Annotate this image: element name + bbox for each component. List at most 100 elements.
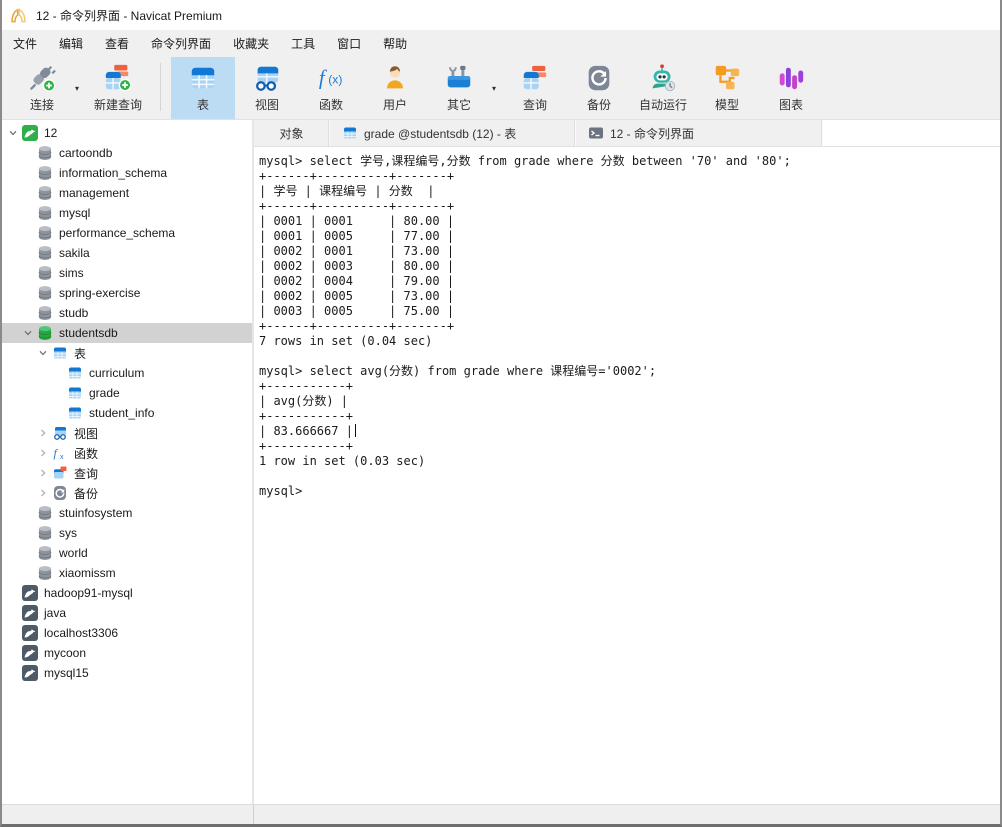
tree-item-12[interactable]: 12 — [2, 123, 252, 143]
dropdown-caret-icon[interactable]: ▾ — [71, 84, 83, 93]
chevron-down-icon[interactable] — [6, 126, 20, 140]
tree-item-performance_schema[interactable]: performance_schema — [2, 223, 252, 243]
menu-item-工具[interactable]: 工具 — [280, 30, 326, 57]
tree-item-localhost3306[interactable]: localhost3306 — [2, 623, 252, 643]
toolbar-button-backup[interactable]: 备份 — [567, 57, 631, 119]
chevron-down-icon[interactable] — [21, 326, 35, 340]
menu-item-帮助[interactable]: 帮助 — [372, 30, 418, 57]
terminal-line: +-----------+ — [259, 439, 995, 454]
tree-item-hadoop91-mysql[interactable]: hadoop91-mysql — [2, 583, 252, 603]
chevron-right-icon[interactable] — [36, 466, 50, 480]
tree-item-studb[interactable]: studb — [2, 303, 252, 323]
toolbar-button-query[interactable]: 查询 — [503, 57, 567, 119]
mysql-connection-closed-icon — [22, 625, 38, 641]
database-icon — [37, 265, 53, 281]
tab-对象[interactable]: 对象 — [254, 120, 330, 146]
dropdown-caret-icon[interactable]: ▾ — [488, 84, 500, 93]
menu-item-窗口[interactable]: 窗口 — [326, 30, 372, 57]
tree-item-视图[interactable]: 视图 — [2, 423, 252, 443]
menu-item-命令列界面[interactable]: 命令列界面 — [140, 30, 222, 57]
tree-item-management[interactable]: management — [2, 183, 252, 203]
terminal-line-text: +------+----------+-------+ — [259, 199, 455, 213]
toolbar-button-chart[interactable]: 图表 — [759, 57, 823, 119]
toolbar-button-user[interactable]: 用户 — [363, 57, 427, 119]
queries-group-icon — [52, 465, 68, 481]
terminal-line: | 0002 | 0003 | 80.00 | — [259, 259, 995, 274]
terminal-line: +------+----------+-------+ — [259, 199, 995, 214]
tree-item-studentsdb[interactable]: studentsdb — [2, 323, 252, 343]
tree-item-mycoon[interactable]: mycoon — [2, 643, 252, 663]
toolbar-button-automation[interactable]: 自动运行 — [631, 57, 695, 119]
tree-item-information_schema[interactable]: information_schema — [2, 163, 252, 183]
tree-item-函数[interactable]: fx 函数 — [2, 443, 252, 463]
model-icon — [712, 63, 742, 93]
tree-item-spring-exercise[interactable]: spring-exercise — [2, 283, 252, 303]
chevron-down-icon[interactable] — [36, 346, 50, 360]
tree-item-xiaomissm[interactable]: xiaomissm — [2, 563, 252, 583]
tree-item-mysql15[interactable]: mysql15 — [2, 663, 252, 683]
tree-item-sys[interactable]: sys — [2, 523, 252, 543]
svg-text:x: x — [60, 454, 64, 461]
tree-item-stuinfosystem[interactable]: stuinfosystem — [2, 503, 252, 523]
terminal-line-text: | 0001 | 0001 | 80.00 | — [259, 214, 455, 228]
terminal-line: +------+----------+-------+ — [259, 169, 995, 184]
tree-item-label: world — [59, 546, 88, 560]
toolbar-button-label: 查询 — [523, 98, 548, 112]
menu-item-查看[interactable]: 查看 — [94, 30, 140, 57]
terminal-line-text: mysql> select avg(分数) from grade where 课… — [259, 364, 657, 378]
mysql-command-line-console[interactable]: mysql> select 学号,课程编号,分数 from grade wher… — [254, 147, 1000, 804]
tree-item-label: 查询 — [74, 466, 99, 481]
tree-item-java[interactable]: java — [2, 603, 252, 623]
menu-item-收藏夹[interactable]: 收藏夹 — [222, 30, 280, 57]
toolbar-separator — [160, 63, 162, 111]
chevron-right-icon[interactable] — [36, 446, 50, 460]
tree-item-label: 12 — [44, 126, 58, 140]
toolbar-button-new-query[interactable]: 新建查询 — [86, 57, 150, 119]
database-icon — [37, 285, 53, 301]
menu-item-label: 编辑 — [59, 37, 84, 51]
navicat-logo-icon — [9, 6, 28, 25]
tree-item-grade[interactable]: grade — [2, 383, 252, 403]
toolbar-button-view[interactable]: 视图 — [235, 57, 299, 119]
mysql-connection-closed-icon — [22, 585, 38, 601]
tab-12 - 命令列界面[interactable]: 12 - 命令列界面 — [576, 120, 823, 146]
toolbar-button-connection[interactable]: 连接 ▾ — [10, 57, 86, 119]
tree-item-备份[interactable]: 备份 — [2, 483, 252, 503]
terminal-line-text: | 0003 | 0005 | 75.00 | — [259, 304, 455, 318]
toolbar-button-label: 图表 — [779, 98, 804, 112]
toolbar-button-label: 新建查询 — [94, 98, 143, 112]
toolbar-button-model[interactable]: 模型 — [695, 57, 759, 119]
tree-item-sims[interactable]: sims — [2, 263, 252, 283]
toolbar-button-table[interactable]: 表 — [171, 57, 236, 119]
terminal-line: | 0003 | 0005 | 75.00 | — [259, 304, 995, 319]
tree-item-查询[interactable]: 查询 — [2, 463, 252, 483]
database-icon — [37, 245, 53, 261]
terminal-line: | 0002 | 0004 | 79.00 | — [259, 274, 995, 289]
tree-item-label: student_info — [89, 406, 155, 420]
tree-item-sakila[interactable]: sakila — [2, 243, 252, 263]
tree-item-student_info[interactable]: student_info — [2, 403, 252, 423]
terminal-line-text: +-----------+ — [259, 379, 353, 393]
new-query-icon — [103, 63, 133, 93]
automation-icon — [648, 63, 678, 93]
chevron-right-icon[interactable] — [36, 486, 50, 500]
tab-label: grade @studentsdb (12) - 表 — [364, 126, 517, 141]
terminal-line-text: | 0002 | 0005 | 73.00 | — [259, 289, 455, 303]
toolbar-button-function[interactable]: f (x) 函数 — [299, 57, 363, 119]
tree-item-world[interactable]: world — [2, 543, 252, 563]
toolbar-button-others[interactable]: 其它 ▾ — [427, 57, 503, 119]
tree-item-curriculum[interactable]: curriculum — [2, 363, 252, 383]
terminal-line: | 0001 | 0001 | 80.00 | — [259, 214, 995, 229]
menu-item-编辑[interactable]: 编辑 — [48, 30, 94, 57]
tab-grade @studentsdb (12) - 表[interactable]: grade @studentsdb (12) - 表 — [330, 120, 576, 146]
chevron-right-icon[interactable] — [36, 426, 50, 440]
tree-item-表[interactable]: 表 — [2, 343, 252, 363]
menu-item-文件[interactable]: 文件 — [2, 30, 48, 57]
function-icon: f (x) — [316, 63, 346, 93]
status-bar — [2, 804, 1000, 824]
tree-item-cartoondb[interactable]: cartoondb — [2, 143, 252, 163]
tree-item-mysql[interactable]: mysql — [2, 203, 252, 223]
database-icon — [37, 305, 53, 321]
toolbar-button-label: 函数 — [319, 98, 344, 112]
